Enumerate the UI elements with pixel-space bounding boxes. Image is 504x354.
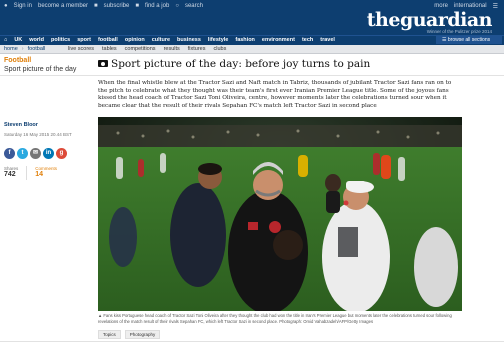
subnav-clubs[interactable]: clubs xyxy=(214,46,227,52)
browse-all-label: browse all sections xyxy=(447,37,491,43)
nav-item-travel[interactable]: travel xyxy=(320,37,335,43)
comments-stat[interactable]: Comments 14 xyxy=(35,166,57,180)
sub-nav: home › football live scores tables compe… xyxy=(0,45,504,54)
stat-divider xyxy=(26,166,28,180)
article-stats: Shares 742 Comments 14 xyxy=(4,166,57,180)
shares-count: 742 xyxy=(4,171,16,178)
linkedin-share-icon[interactable]: in xyxy=(43,148,54,159)
nav-item-opinion[interactable]: opinion xyxy=(125,37,145,43)
nav-item-tech[interactable]: tech xyxy=(302,37,313,43)
nav-item-fashion[interactable]: fashion xyxy=(235,37,255,43)
subnav-live-scores[interactable]: live scores xyxy=(68,46,94,52)
tag-list: Topics Photography xyxy=(98,330,161,339)
section-label[interactable]: Football xyxy=(4,57,31,64)
subnav-tables[interactable]: tables xyxy=(102,46,117,52)
tag-photography[interactable]: Photography xyxy=(124,330,161,339)
nav-item-football[interactable]: football xyxy=(98,37,118,43)
breadcrumb-home[interactable]: home xyxy=(4,46,18,52)
photo-caption: ▲ Fans kiss Portuguese head coach of Tra… xyxy=(98,313,462,324)
nav-item-culture[interactable]: culture xyxy=(152,37,170,43)
user-icon[interactable]: ● xyxy=(4,3,8,9)
nav-item-politics[interactable]: politics xyxy=(51,37,70,43)
logo-tagline: Winner of the Pulitzer prize 2014 xyxy=(426,29,492,34)
photo-illustration xyxy=(98,117,462,311)
home-icon[interactable]: ⌂ xyxy=(4,37,7,43)
nav-item-business[interactable]: business xyxy=(177,37,201,43)
footer-divider xyxy=(0,341,504,342)
author-link[interactable]: Steven Bloor xyxy=(4,122,38,128)
breadcrumb: home › football xyxy=(4,46,45,52)
search-link[interactable]: search xyxy=(185,3,203,9)
nav-item-lifestyle[interactable]: lifestyle xyxy=(208,37,228,43)
main-nav: ⌂ UK world politics sport football opini… xyxy=(0,35,504,45)
series-label[interactable]: Sport picture of the day xyxy=(4,66,76,73)
nav-item-uk[interactable]: UK xyxy=(14,37,22,43)
become-member-link[interactable]: become a member xyxy=(38,3,88,9)
comments-count[interactable]: 14 xyxy=(35,171,57,178)
googleplus-share-icon[interactable]: g xyxy=(56,148,67,159)
subnav-results[interactable]: results xyxy=(164,46,180,52)
caption-text: Fans kiss Portuguese head coach of Tract… xyxy=(98,313,452,324)
breadcrumb-football[interactable]: football xyxy=(28,46,46,52)
job-icon[interactable]: ■ xyxy=(135,3,139,9)
tag-topics: Topics xyxy=(98,330,121,339)
search-icon[interactable]: ○ xyxy=(175,3,179,9)
sign-in-link[interactable]: Sign in xyxy=(14,3,32,9)
nav-item-world[interactable]: world xyxy=(29,37,44,43)
email-share-icon[interactable]: ✉ xyxy=(30,148,41,159)
subscribe-link[interactable]: subscribe xyxy=(104,3,130,9)
page-title: Sport picture of the day: before joy tur… xyxy=(98,58,370,70)
standfirst: When the final whistle blew at the Tract… xyxy=(98,80,452,109)
menu-icon[interactable]: ☰ xyxy=(493,3,498,10)
nav-item-sport[interactable]: sport xyxy=(77,37,91,43)
top-links: ● Sign in become a member ■ subscribe ■ … xyxy=(4,0,203,12)
headline-text: Sport picture of the day: before joy tur… xyxy=(111,58,371,70)
nav-item-environment[interactable]: environment xyxy=(262,37,295,43)
facebook-share-icon[interactable]: f xyxy=(4,148,15,159)
browse-all-sections-button[interactable]: ☰ browse all sections xyxy=(436,36,502,44)
share-buttons: f t ✉ in g xyxy=(4,148,67,159)
breadcrumb-separator-icon: › xyxy=(21,46,24,52)
camera-icon xyxy=(98,60,108,67)
find-job-link[interactable]: find a job xyxy=(145,3,169,9)
guardian-logo[interactable]: theguardian xyxy=(367,9,493,31)
shares-stat: Shares 742 xyxy=(4,166,18,180)
divider xyxy=(0,75,504,76)
dateline: Saturday 16 May 2015 20.44 BST xyxy=(4,132,72,137)
twitter-share-icon[interactable]: t xyxy=(17,148,28,159)
subscribe-icon[interactable]: ■ xyxy=(94,3,98,9)
subnav-fixtures[interactable]: fixtures xyxy=(188,46,206,52)
subnav-competitions[interactable]: competitions xyxy=(125,46,156,52)
main-photo xyxy=(98,117,462,311)
